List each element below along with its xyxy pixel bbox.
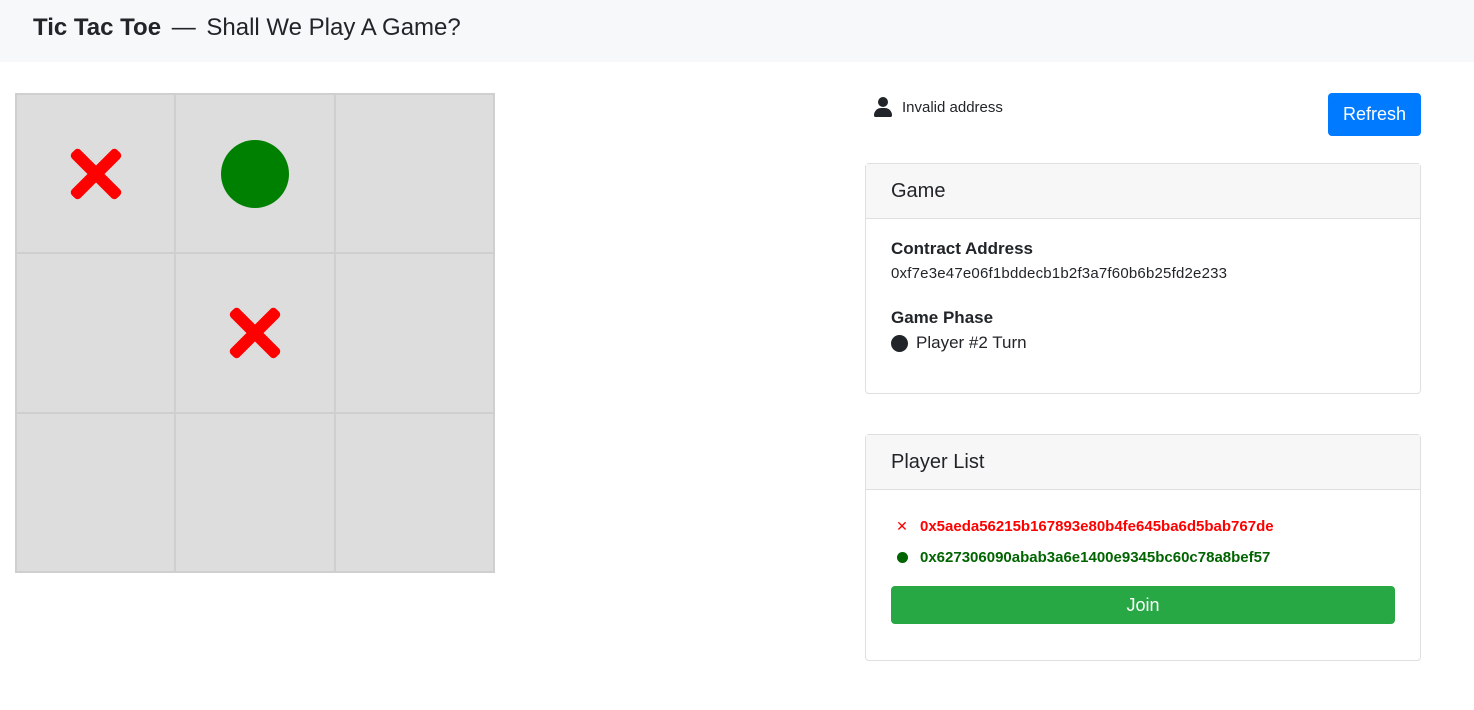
o-mark-icon bbox=[220, 139, 289, 208]
player-list-item: ✕ 0x5aeda56215b167893e80b4fe645ba6d5bab7… bbox=[891, 518, 1395, 535]
board-cell-3[interactable] bbox=[334, 94, 494, 254]
navbar: Tic Tac Toe — Shall We Play A Game? bbox=[0, 0, 1474, 62]
join-button[interactable]: Join bbox=[891, 586, 1395, 624]
refresh-button[interactable]: Refresh bbox=[1328, 93, 1421, 136]
x-mark-icon bbox=[67, 145, 125, 203]
board-cell-9[interactable] bbox=[334, 412, 494, 572]
board-cell-5[interactable] bbox=[175, 253, 335, 413]
player-list-item: 0x627306090abab3a6e1400e9345bc60c78a8bef… bbox=[891, 549, 1395, 566]
circle-icon bbox=[895, 550, 909, 566]
board-cell-7[interactable] bbox=[16, 412, 176, 572]
game-board bbox=[15, 93, 495, 573]
player-address: 0x627306090abab3a6e1400e9345bc60c78a8bef… bbox=[920, 549, 1271, 566]
circle-icon bbox=[891, 334, 908, 352]
contract-address-value: 0xf7e3e47e06f1bddecb1b2f3a7f60b6b25fd2e2… bbox=[891, 265, 1228, 282]
board-cell-4[interactable] bbox=[16, 253, 176, 413]
account-status: Invalid address bbox=[874, 97, 1003, 117]
account-status-text: Invalid address bbox=[902, 98, 1003, 116]
board-cell-6[interactable] bbox=[334, 253, 494, 413]
title-separator: — bbox=[171, 14, 196, 41]
player-list-header: Player List bbox=[866, 435, 1420, 490]
user-icon bbox=[874, 97, 892, 117]
board-cell-2[interactable] bbox=[175, 94, 335, 254]
x-icon: ✕ bbox=[896, 518, 908, 534]
game-card-header: Game bbox=[866, 164, 1420, 219]
contract-address-label: Contract Address bbox=[891, 239, 1034, 258]
game-phase-label: Game Phase bbox=[891, 308, 994, 327]
app-title: Tic Tac Toe bbox=[33, 14, 162, 41]
player-address: 0x5aeda56215b167893e80b4fe645ba6d5bab767… bbox=[920, 518, 1274, 535]
game-phase-value: Player #2 Turn bbox=[916, 333, 1027, 352]
app-subtitle: Shall We Play A Game? bbox=[206, 14, 461, 41]
x-mark-icon bbox=[226, 304, 284, 362]
board-cell-8[interactable] bbox=[175, 412, 335, 572]
page-title: Tic Tac Toe — Shall We Play A Game? bbox=[33, 14, 461, 42]
player-list-card: Player List ✕ 0x5aeda56215b167893e80b4fe… bbox=[865, 434, 1421, 661]
game-card: Game Contract Address 0xf7e3e47e06f1bdde… bbox=[865, 163, 1421, 394]
board-cell-1[interactable] bbox=[16, 94, 176, 254]
